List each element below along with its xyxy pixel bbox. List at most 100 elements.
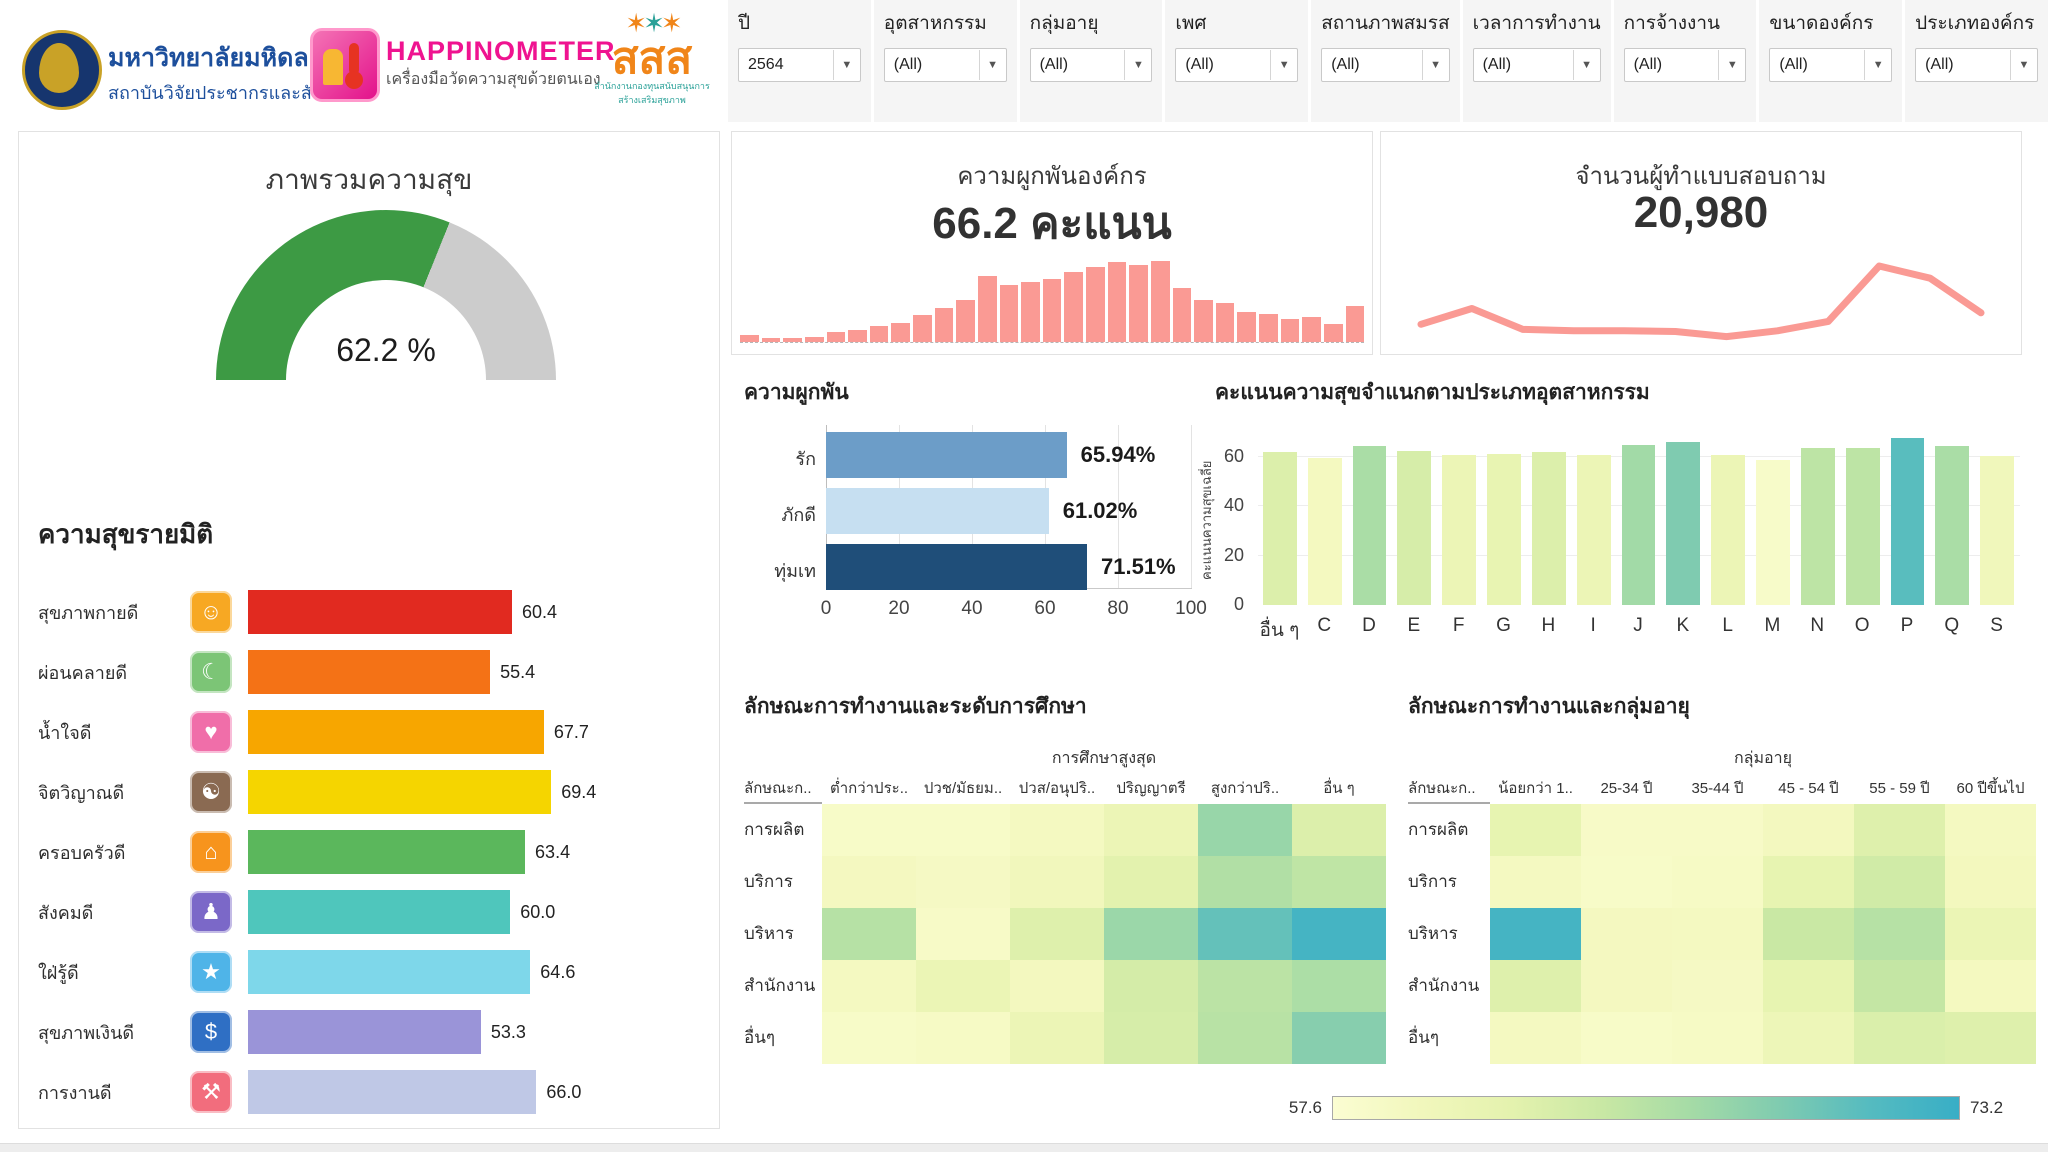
heatmap-cell[interactable] [1292,856,1386,908]
industry-bar[interactable] [1487,454,1521,605]
histogram-bar[interactable] [805,337,824,342]
heatmap-cell[interactable] [1854,908,1945,960]
histogram-bar[interactable] [956,300,975,342]
histogram-bar[interactable] [1064,272,1083,342]
heatmap-cell[interactable] [822,1012,916,1064]
heatmap-cell[interactable] [1581,1012,1672,1064]
filter-dropdown[interactable]: 2564▼ [738,48,861,82]
heatmap-cell[interactable] [1010,1012,1104,1064]
industry-bar[interactable] [1353,446,1387,605]
industry-bar[interactable] [1397,451,1431,605]
dimension-bar[interactable] [248,1070,536,1114]
heatmap-cell[interactable] [916,1012,1010,1064]
engagement-bar[interactable] [826,488,1049,534]
histogram-bar[interactable] [935,308,954,342]
heatmap-cell[interactable] [1672,960,1763,1012]
heatmap-cell[interactable] [1104,856,1198,908]
histogram-bar[interactable] [1216,303,1235,342]
heatmap-cell[interactable] [1292,804,1386,856]
heatmap-cell[interactable] [1104,804,1198,856]
heatmap-cell[interactable] [1945,804,2036,856]
histogram-bar[interactable] [978,276,997,342]
histogram-bar[interactable] [1259,314,1278,342]
dimension-bar[interactable] [248,950,530,994]
heatmap-cell[interactable] [916,804,1010,856]
histogram-bar[interactable] [1021,282,1040,342]
histogram-bar[interactable] [827,332,846,342]
dimension-bar[interactable] [248,1010,481,1054]
filter-dropdown[interactable]: (All)▼ [1624,48,1747,82]
filter-dropdown[interactable]: (All)▼ [884,48,1007,82]
histogram-bar[interactable] [1086,267,1105,342]
histogram-bar[interactable] [740,335,759,342]
heatmap-cell[interactable] [1292,1012,1386,1064]
heatmap-cell[interactable] [1854,856,1945,908]
heatmap-cell[interactable] [1945,908,2036,960]
heatmap-cell[interactable] [1672,856,1763,908]
heatmap-cell[interactable] [822,804,916,856]
histogram-bar[interactable] [1194,300,1213,342]
heatmap-cell[interactable] [916,960,1010,1012]
industry-bar[interactable] [1263,452,1297,605]
heatmap-cell[interactable] [1763,1012,1854,1064]
heatmap-cell[interactable] [1945,1012,2036,1064]
heatmap-cell[interactable] [1198,1012,1292,1064]
engagement-bar[interactable] [826,432,1067,478]
heatmap-cell[interactable] [1581,856,1672,908]
heatmap-cell[interactable] [1198,804,1292,856]
histogram-bar[interactable] [1129,265,1148,342]
heatmap-cell[interactable] [1581,960,1672,1012]
heatmap-cell[interactable] [1490,1012,1581,1064]
heatmap-cell[interactable] [1672,804,1763,856]
industry-bar[interactable] [1801,448,1835,605]
filter-dropdown[interactable]: (All)▼ [1321,48,1449,82]
dimension-bar[interactable] [248,830,525,874]
histogram-bar[interactable] [1237,312,1256,342]
heatmap-cell[interactable] [1490,804,1581,856]
heatmap-cell[interactable] [1945,856,2036,908]
dimension-bar[interactable] [248,710,544,754]
heatmap-cell[interactable] [1763,804,1854,856]
heatmap-cell[interactable] [822,960,916,1012]
heatmap-cell[interactable] [1010,908,1104,960]
heatmap-cell[interactable] [1490,856,1581,908]
heatmap-cell[interactable] [822,856,916,908]
industry-bar[interactable] [1308,458,1342,605]
histogram-bar[interactable] [1043,279,1062,342]
industry-bar[interactable] [1935,446,1969,605]
heatmap-cell[interactable] [1010,856,1104,908]
histogram-bar[interactable] [1302,317,1321,342]
heatmap-cell[interactable] [1763,960,1854,1012]
heatmap-cell[interactable] [1581,804,1672,856]
filter-dropdown[interactable]: (All)▼ [1473,48,1601,82]
heatmap-cell[interactable] [1581,908,1672,960]
filter-dropdown[interactable]: (All)▼ [1915,48,2038,82]
industry-bar[interactable] [1891,438,1925,605]
industry-bar[interactable] [1577,455,1611,605]
heatmap-cell[interactable] [1672,908,1763,960]
heatmap-cell[interactable] [1490,960,1581,1012]
histogram-bar[interactable] [1346,306,1365,342]
heatmap-cell[interactable] [1672,1012,1763,1064]
heatmap-cell[interactable] [916,856,1010,908]
heatmap-cell[interactable] [1490,908,1581,960]
industry-bar[interactable] [1532,452,1566,605]
histogram-bar[interactable] [1281,319,1300,342]
heatmap-cell[interactable] [1763,908,1854,960]
heatmap-cell[interactable] [1198,908,1292,960]
heatmap-cell[interactable] [822,908,916,960]
heatmap-cell[interactable] [1010,960,1104,1012]
heatmap-cell[interactable] [1104,908,1198,960]
engagement-bar[interactable] [826,544,1087,590]
histogram-bar[interactable] [848,330,867,342]
respondents-line-chart[interactable] [1391,250,2011,346]
dimension-bar[interactable] [248,650,490,694]
heatmap-cell[interactable] [1104,1012,1198,1064]
histogram-bar[interactable] [1173,288,1192,342]
industry-bar[interactable] [1666,442,1700,605]
heatmap-cell[interactable] [1854,1012,1945,1064]
histogram-bar[interactable] [870,326,889,342]
histogram-bar[interactable] [1151,261,1170,342]
histogram-bar[interactable] [913,315,932,342]
industry-bar[interactable] [1442,455,1476,605]
